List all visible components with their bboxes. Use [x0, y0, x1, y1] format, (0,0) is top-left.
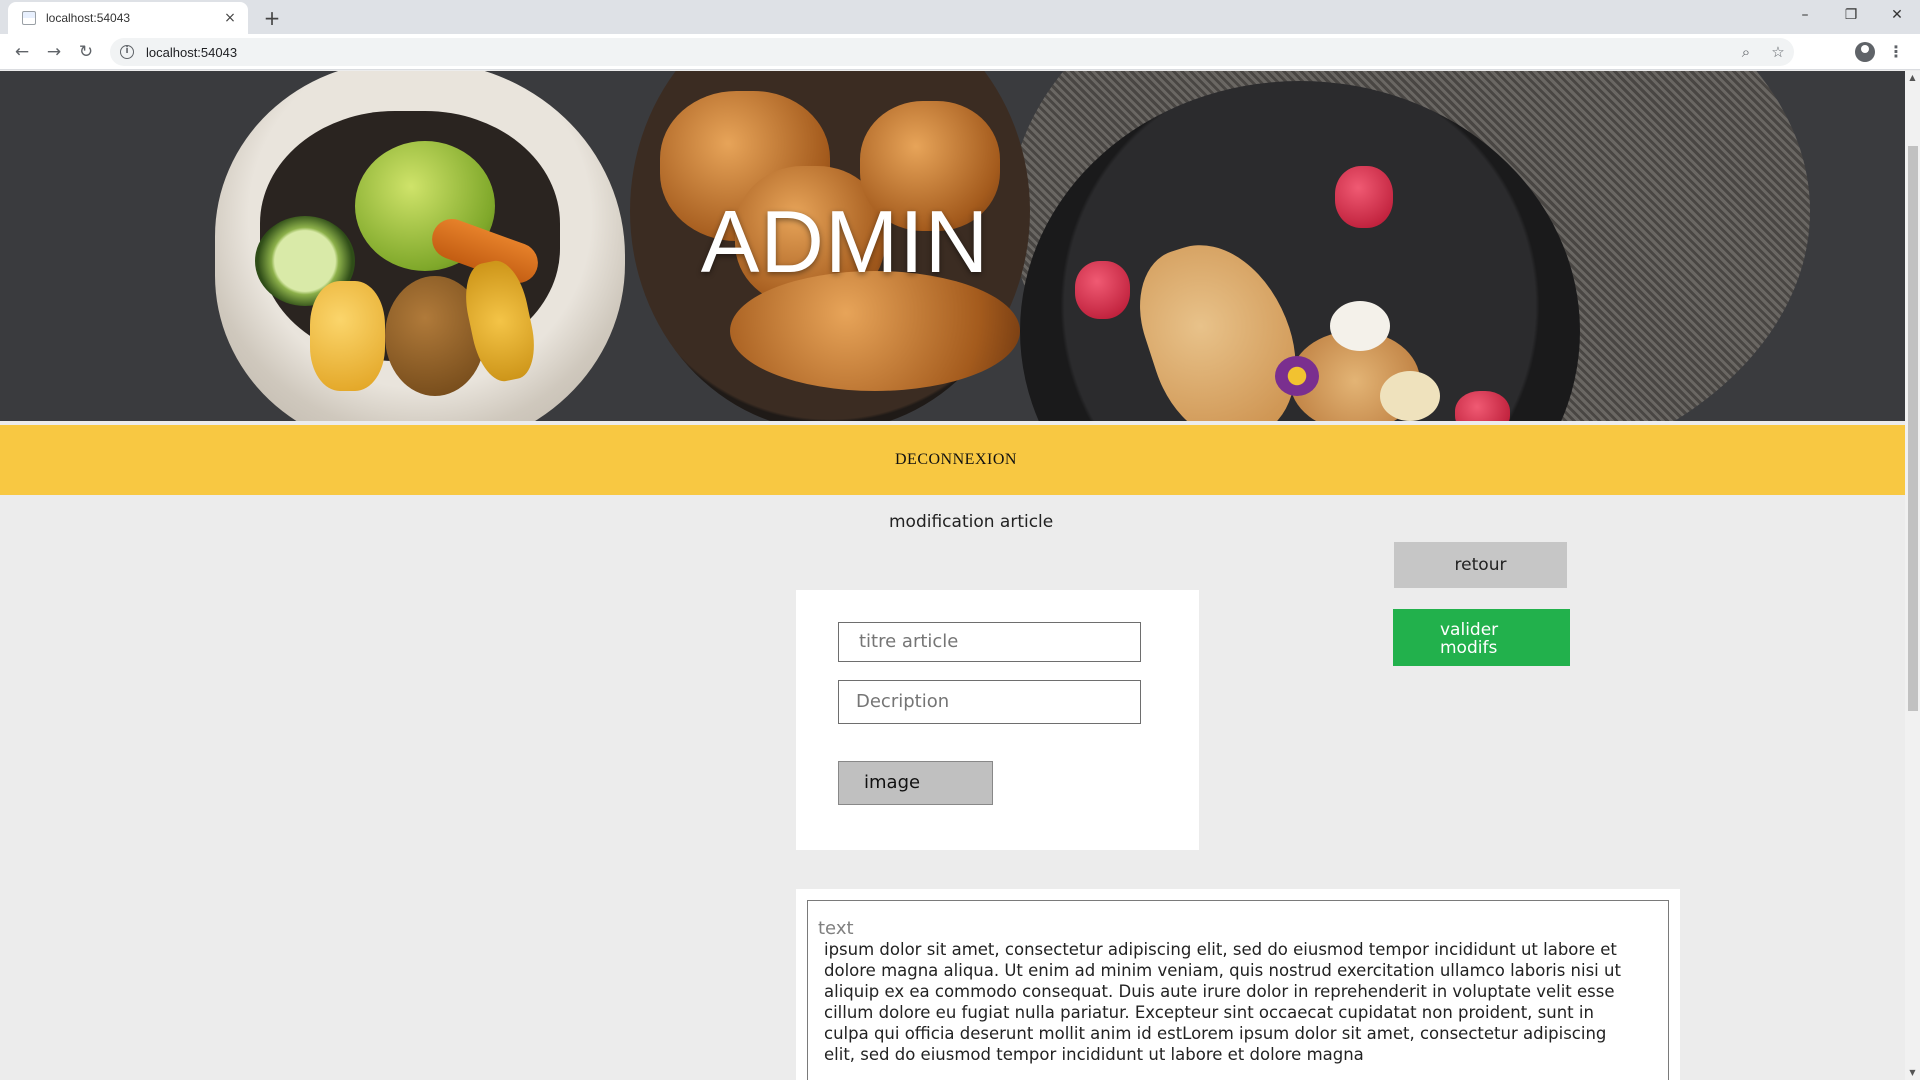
address-bar[interactable]: i localhost:54043 ⌕ ☆	[110, 38, 1794, 66]
restore-icon[interactable]: ❐	[1828, 0, 1874, 30]
scrollbar-thumb[interactable]	[1908, 146, 1918, 711]
zoom-icon[interactable]: ⌕	[1730, 43, 1762, 61]
hero-title: ADMIN	[700, 192, 990, 291]
hero-banner: ADMIN	[0, 71, 1905, 421]
page-title: modification article	[889, 512, 1054, 532]
close-tab-icon[interactable]: ×	[222, 10, 238, 26]
page-viewport: ADMIN DECONNEXION modification article r…	[0, 71, 1905, 1080]
back-button[interactable]: retour	[1394, 542, 1567, 588]
browser-toolbar: ← → ↻ i localhost:54043 ⌕ ☆ ⋮	[0, 34, 1920, 70]
logout-link[interactable]: DECONNEXION	[895, 425, 1017, 495]
hero-raspberry	[1455, 391, 1510, 421]
back-arrow-icon[interactable]: ←	[10, 40, 34, 64]
validate-button-label: valider modifs	[1440, 620, 1499, 658]
text-area-content[interactable]: ipsum dolor sit amet, consectetur adipis…	[818, 939, 1638, 1065]
window-controls: – ❐ ✕	[1782, 0, 1920, 30]
scroll-up-icon[interactable]: ▲	[1905, 71, 1920, 85]
hero-cream	[1330, 301, 1390, 351]
reload-icon[interactable]: ↻	[74, 40, 98, 64]
forward-arrow-icon[interactable]: →	[42, 40, 66, 64]
minimize-icon[interactable]: –	[1782, 0, 1828, 30]
browser-tab[interactable]: localhost:54043 ×	[8, 2, 248, 34]
cursor-icon	[1902, 1038, 1920, 1080]
text-editor-card: text ipsum dolor sit amet, consectetur a…	[796, 889, 1680, 1080]
close-window-icon[interactable]: ✕	[1874, 0, 1920, 30]
url-text[interactable]: localhost:54043	[146, 45, 1730, 60]
text-area-label: text	[818, 918, 854, 939]
validate-changes-button[interactable]: valider modifs	[1393, 609, 1570, 666]
site-info-icon[interactable]: i	[120, 45, 134, 59]
page-scrollbar[interactable]: ▲ ▼	[1905, 71, 1920, 1080]
article-description-input[interactable]	[838, 680, 1141, 724]
browser-menu-icon[interactable]: ⋮	[1888, 40, 1904, 64]
hero-yellow-vegetable	[310, 281, 385, 391]
tab-title: localhost:54043	[46, 11, 131, 25]
image-upload-button[interactable]: image	[838, 761, 993, 805]
hero-flower	[1275, 356, 1319, 396]
profile-icon[interactable]	[1855, 42, 1875, 62]
browser-tabstrip: localhost:54043 × + – ❐ ✕	[0, 0, 1920, 34]
bookmark-star-icon[interactable]: ☆	[1762, 43, 1794, 61]
article-form-card: image	[796, 590, 1199, 850]
page-icon	[22, 11, 36, 25]
navbar: DECONNEXION	[0, 425, 1905, 495]
article-title-input[interactable]	[838, 622, 1141, 662]
new-tab-icon[interactable]: +	[258, 4, 286, 32]
article-text-area[interactable]: text ipsum dolor sit amet, consectetur a…	[807, 900, 1669, 1080]
hero-banana	[1380, 371, 1440, 421]
